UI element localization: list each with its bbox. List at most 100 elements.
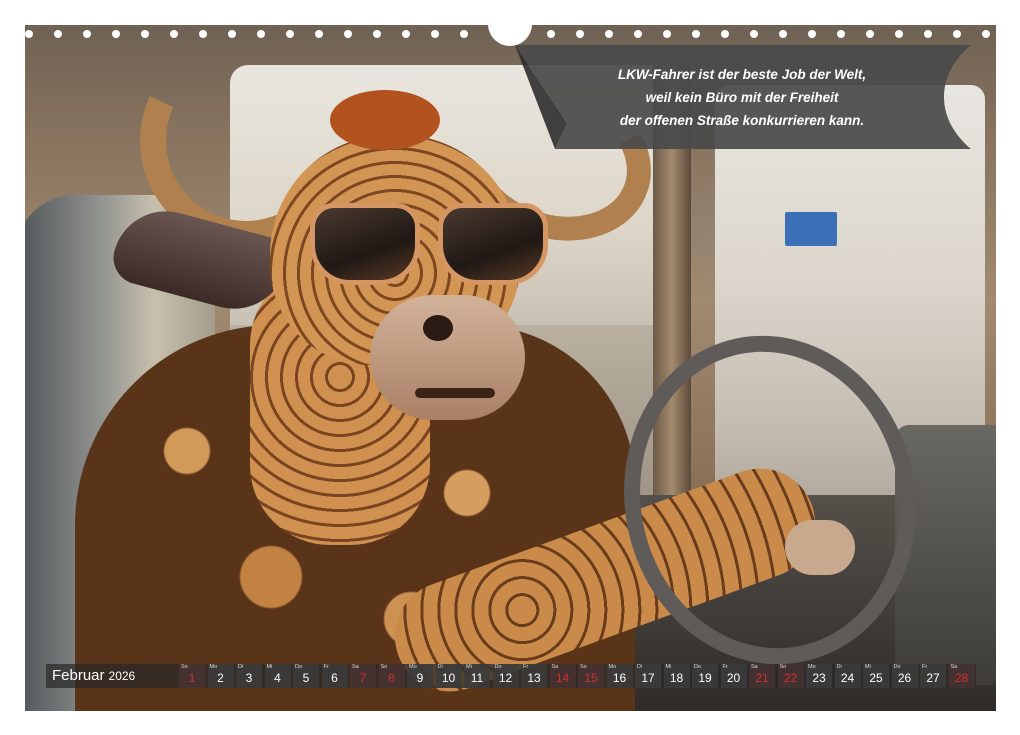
calendar-day: So 1 <box>179 664 205 688</box>
binding-hole <box>344 30 352 38</box>
binding-hole <box>141 30 149 38</box>
calendar-day: Sa 28 <box>948 664 975 688</box>
binding-hole <box>692 30 700 38</box>
quote-banner: LKW-Fahrer ist der beste Job der Welt, w… <box>515 45 971 149</box>
calendar-day: Mo 9 <box>407 664 433 688</box>
calendar-day: Mi 11 <box>464 664 490 688</box>
day-number: 1 <box>188 671 196 685</box>
calendar-day: Mi 18 <box>663 664 690 688</box>
calendar-day: Fr 13 <box>521 664 547 688</box>
day-number: 4 <box>274 671 281 685</box>
day-number: 9 <box>416 671 424 685</box>
weekday-label: Mi <box>665 664 672 670</box>
binding-hole <box>750 30 758 38</box>
binding-hole <box>257 30 265 38</box>
calendar-day: So 15 <box>578 664 604 688</box>
day-number: 24 <box>840 671 855 685</box>
day-number: 3 <box>245 671 253 685</box>
binding-hole <box>315 30 323 38</box>
calendar-day: Fr 27 <box>920 664 946 688</box>
weekday-label: Mi <box>266 664 273 670</box>
weekday-label: Fr <box>722 664 728 670</box>
binding-hole <box>83 30 91 38</box>
binding-hole <box>228 30 236 38</box>
binding-hole <box>634 30 642 38</box>
road-sign <box>785 212 837 246</box>
binding-hole <box>402 30 410 38</box>
weekday-label: Do <box>893 664 901 670</box>
binding-hole <box>431 30 439 38</box>
calendar-day: Di 3 <box>236 664 262 688</box>
quote-line: LKW-Fahrer ist der beste Job der Welt, <box>617 67 867 82</box>
day-number: 28 <box>954 671 969 685</box>
weekday-label: Mo <box>608 664 617 670</box>
calendar-day: Do 12 <box>492 664 519 688</box>
day-number: 2 <box>217 671 224 685</box>
binding-hole <box>286 30 294 38</box>
calendar-day: Do 26 <box>891 664 918 688</box>
binding-hole <box>576 30 584 38</box>
weekday-label: Do <box>494 664 502 670</box>
calendar-day: Mi 4 <box>264 664 291 688</box>
day-number: 17 <box>641 671 655 685</box>
binding-hole <box>837 30 845 38</box>
calendar-day: Sa 7 <box>350 664 376 688</box>
day-number: 15 <box>584 671 598 685</box>
day-number: 6 <box>331 671 338 685</box>
binding-hole <box>779 30 787 38</box>
quote-text: LKW-Fahrer ist der beste Job der Welt, w… <box>515 63 971 132</box>
binding-hole <box>605 30 613 38</box>
weekday-label: Mi <box>865 664 871 670</box>
weekday-label: Sa <box>352 664 359 670</box>
calendar-strip: Februar 2026 So 1 Mo 2 Di 3 Mi 4 Do 5 Fr 6 Sa 7 So 8 Mo 9 D… <box>46 664 976 688</box>
calendar-day: Do 5 <box>293 664 319 688</box>
weekday-label: Di <box>836 664 842 670</box>
binding-hole <box>54 30 62 38</box>
calendar-day: Di 10 <box>435 664 462 688</box>
binding-hole <box>25 30 33 38</box>
weekday-label: Sa <box>551 664 559 670</box>
weekday-label: Do <box>295 664 303 670</box>
calendar-day: Mo 2 <box>207 664 234 688</box>
calendar-day: Sa 14 <box>549 664 576 688</box>
calendar-day: Mi 25 <box>863 664 889 688</box>
snout <box>370 295 525 420</box>
weekday-label: Mo <box>409 664 417 670</box>
weekday-label: Di <box>437 664 443 670</box>
calendar-day: Di 17 <box>635 664 661 688</box>
weekday-label: Mi <box>466 664 472 670</box>
day-number: 13 <box>527 671 541 685</box>
sunglasses-icon <box>310 203 550 293</box>
mouth <box>415 388 495 398</box>
weekday-label: Do <box>694 664 702 670</box>
calendar-day: So 22 <box>777 664 804 688</box>
weekday-label: Mo <box>209 664 218 670</box>
weekday-label: So <box>380 664 388 670</box>
weekday-label: Fr <box>922 664 928 670</box>
binding-hole <box>199 30 207 38</box>
binding-hole <box>808 30 816 38</box>
weekday-label: So <box>580 664 587 670</box>
binding-hole <box>895 30 903 38</box>
calendar-day: Mo 16 <box>606 664 633 688</box>
weekday-label: Mo <box>808 664 816 670</box>
day-number: 19 <box>698 671 712 685</box>
calendar-day: So 8 <box>378 664 405 688</box>
day-number: 21 <box>755 671 769 685</box>
day-number: 23 <box>812 671 826 685</box>
day-number: 26 <box>897 671 912 685</box>
calendar-day: Do 19 <box>692 664 718 688</box>
day-number: 27 <box>926 671 940 685</box>
binding-hole <box>982 30 990 38</box>
day-number: 11 <box>470 671 484 685</box>
binding-hole <box>953 30 961 38</box>
day-number: 14 <box>555 671 570 685</box>
weekday-label: Fr <box>323 664 329 670</box>
binding-hole <box>112 30 120 38</box>
day-number: 16 <box>612 671 627 685</box>
weekday-label: Di <box>238 664 244 670</box>
day-number: 5 <box>302 671 310 685</box>
quote-line: weil kein Büro mit der Freiheit <box>645 90 839 105</box>
left-lens <box>310 203 420 285</box>
weekday-label: Di <box>637 664 643 670</box>
